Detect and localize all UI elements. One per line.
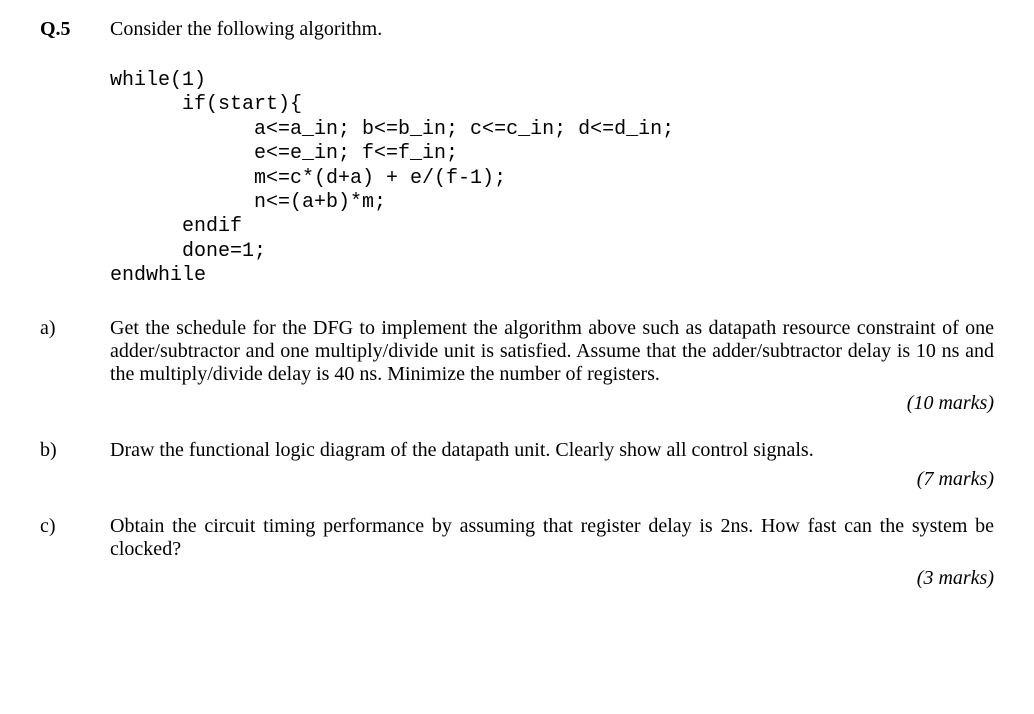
- part-b-text: Draw the functional logic diagram of the…: [110, 439, 994, 462]
- part-a-text: Get the schedule for the DFG to implemen…: [110, 317, 994, 386]
- part-c-marks: (3 marks): [110, 567, 994, 590]
- code-line: n<=(a+b)*m;: [110, 191, 386, 214]
- question-prompt: Consider the following algorithm.: [110, 18, 994, 41]
- code-line: if(start){: [110, 93, 302, 116]
- code-line: m<=c*(d+a) + e/(f-1);: [110, 167, 506, 190]
- part-b-label: b): [40, 439, 110, 462]
- part-c-text: Obtain the circuit timing performance by…: [110, 515, 994, 561]
- question-number: Q.5: [40, 18, 110, 41]
- code-line: a<=a_in; b<=b_in; c<=c_in; d<=d_in;: [110, 118, 674, 141]
- algorithm-code: while(1) if(start){ a<=a_in; b<=b_in; c<…: [110, 69, 994, 289]
- code-line: endif: [110, 215, 242, 238]
- part-a-label: a): [40, 317, 110, 386]
- part-c: c) Obtain the circuit timing performance…: [40, 515, 994, 561]
- part-b-marks: (7 marks): [110, 468, 994, 491]
- question-header: Q.5 Consider the following algorithm.: [40, 18, 994, 41]
- part-b: b) Draw the functional logic diagram of …: [40, 439, 994, 462]
- part-c-label: c): [40, 515, 110, 561]
- part-a-marks: (10 marks): [110, 392, 994, 415]
- code-line: endwhile: [110, 264, 206, 287]
- code-line: done=1;: [110, 240, 266, 263]
- code-line: e<=e_in; f<=f_in;: [110, 142, 458, 165]
- part-a: a) Get the schedule for the DFG to imple…: [40, 317, 994, 386]
- code-line: while(1): [110, 69, 206, 92]
